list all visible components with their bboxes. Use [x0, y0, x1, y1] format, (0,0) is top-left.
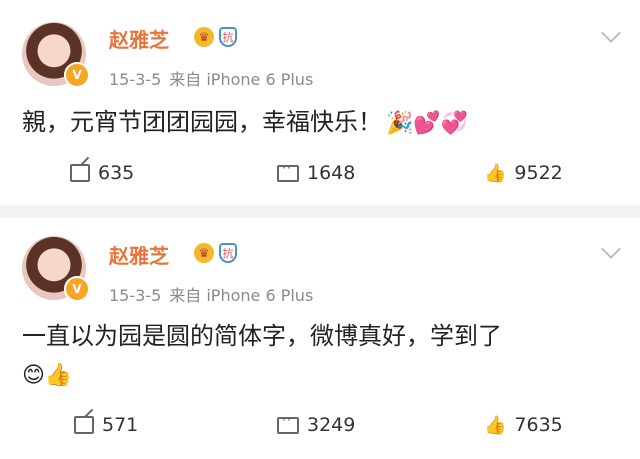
username[interactable]: 赵雅芝: [109, 240, 169, 269]
weibo-post-2: V 赵雅芝 ♛ 抗 15-3-5 来自 iPhone 6 Plus 一直以为园是圆…: [0, 218, 640, 459]
comment-button[interactable]: 3249: [277, 413, 356, 436]
repost-button[interactable]: 571: [74, 414, 138, 436]
repost-button[interactable]: 635: [70, 162, 134, 184]
repost-count: 571: [102, 414, 139, 436]
post-text: 一直以为园是圆的简体字，微博真好，学到了 😊👍: [22, 316, 622, 396]
action-bar: 571 3249 👍 7635: [0, 413, 640, 448]
comment-count: 1648: [307, 162, 356, 184]
avatar[interactable]: V: [22, 22, 90, 88]
post-meta: 15-3-5 来自 iPhone 6 Plus: [109, 282, 313, 306]
post-emojis: 😊👍: [22, 363, 73, 388]
post-date: 15-3-5: [109, 70, 162, 89]
crown-icon: ♛: [194, 243, 214, 263]
like-button[interactable]: 👍 9522: [484, 162, 563, 184]
crown-icon: ♛: [194, 27, 214, 47]
verified-badge-icon: V: [64, 62, 90, 88]
post-source: 来自 iPhone 6 Plus: [169, 70, 314, 89]
post-meta: 15-3-5 来自 iPhone 6 Plus: [109, 66, 313, 90]
action-bar: 635 1648 👍 9522: [0, 161, 640, 196]
post-separator: [0, 205, 640, 218]
chevron-down-icon[interactable]: [601, 239, 621, 259]
post-text-body: 親，元宵节团团园园，幸福快乐！: [22, 108, 382, 136]
like-count: 9522: [514, 162, 563, 184]
post-text: 親，元宵节团团园园，幸福快乐！ 🎉💕💞: [22, 102, 622, 144]
thumbs-up-icon: 👍: [484, 414, 507, 436]
post-source: 来自 iPhone 6 Plus: [169, 286, 314, 305]
shield-icon: 抗: [219, 243, 237, 263]
thumbs-up-icon: 👍: [484, 162, 507, 184]
repost-icon: [70, 164, 90, 182]
like-count: 7635: [514, 414, 563, 436]
chevron-down-icon[interactable]: [601, 23, 621, 43]
username[interactable]: 赵雅芝: [109, 24, 169, 53]
comment-button[interactable]: 1648: [277, 161, 356, 184]
repost-icon: [74, 416, 94, 434]
weibo-post-1: V 赵雅芝 ♛ 抗 15-3-5 来自 iPhone 6 Plus 親，元宵节团团…: [0, 0, 640, 205]
verified-badge-icon: V: [64, 276, 90, 302]
comment-icon: [277, 161, 299, 182]
like-button[interactable]: 👍 7635: [484, 414, 563, 436]
post-emojis: 🎉💕💞: [386, 111, 469, 136]
comment-icon: [277, 413, 299, 434]
comment-count: 3249: [307, 414, 356, 436]
post-text-body: 一直以为园是圆的简体字，微博真好，学到了: [22, 322, 502, 350]
repost-count: 635: [98, 162, 135, 184]
avatar[interactable]: V: [22, 236, 90, 302]
post-date: 15-3-5: [109, 286, 162, 305]
shield-icon: 抗: [219, 27, 237, 47]
